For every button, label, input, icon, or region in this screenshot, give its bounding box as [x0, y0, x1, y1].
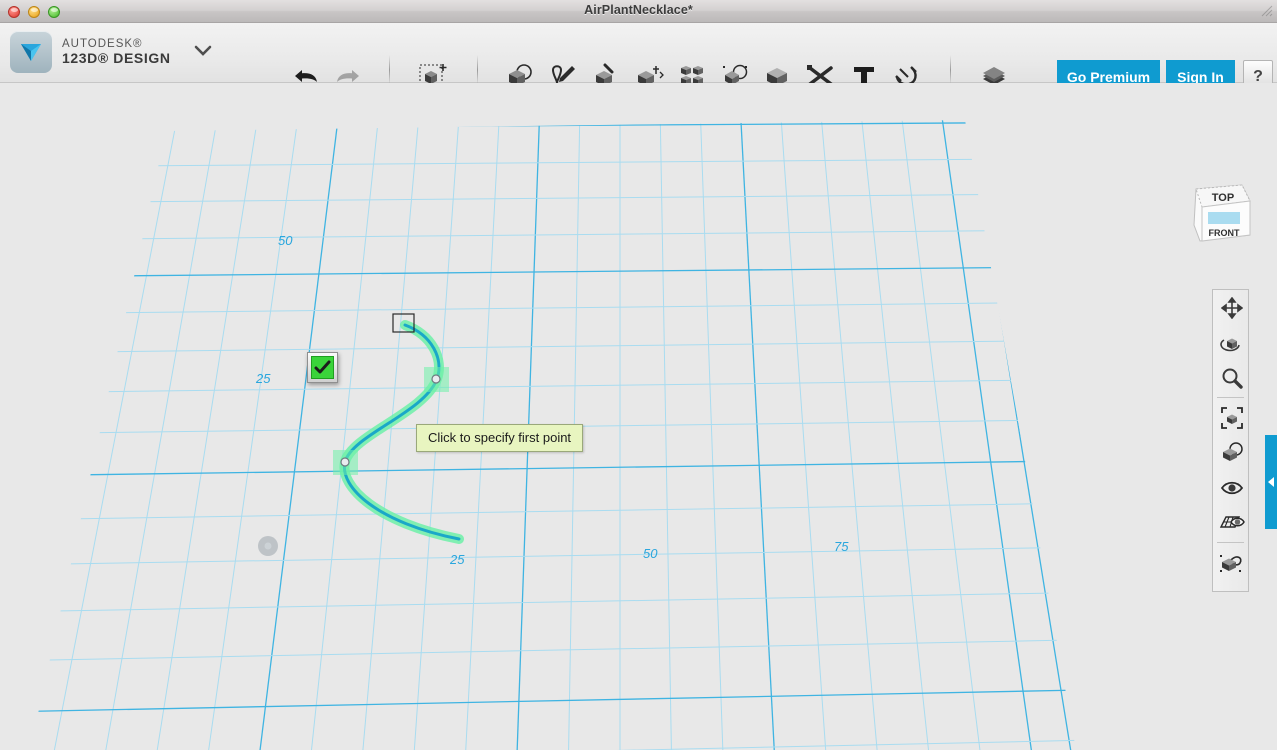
app-toolbar: AUTODESK® 123D® DESIGN Go Premium Sign I… [0, 23, 1277, 94]
rail-visibility-button[interactable] [1213, 470, 1250, 505]
grid-label: 50 [643, 546, 658, 561]
view-cube[interactable]: TOP FRONT [1190, 181, 1256, 253]
rail-pan-button[interactable] [1213, 290, 1250, 325]
accept-checkmark-button[interactable] [307, 352, 338, 383]
brand-company: AUTODESK® [62, 38, 143, 51]
viewcube-highlight [1208, 212, 1240, 224]
viewcube-front-label: FRONT [1209, 228, 1240, 238]
magnifier-icon [1222, 368, 1243, 389]
navigation-rail [1212, 289, 1249, 592]
window-titlebar: AirPlantNecklace* [0, 0, 1277, 23]
rail-divider [1217, 542, 1244, 543]
rail-divider [1217, 397, 1244, 398]
3d-viewport[interactable]: 50 25 25 50 75 Click to specify first po… [0, 83, 1277, 750]
rail-zoom-button[interactable] [1213, 360, 1250, 395]
chevron-down-icon[interactable] [194, 43, 212, 61]
chevron-left-icon [1268, 477, 1274, 487]
cube-measure-icon [1219, 554, 1242, 572]
perspective-grid: 50 25 25 50 75 [30, 120, 1076, 750]
rail-grid-snap-button[interactable] [1213, 505, 1250, 540]
control-point-handle [340, 457, 350, 467]
rail-orbit-button[interactable] [1213, 325, 1250, 360]
brand-product: 123D® DESIGN [62, 49, 171, 66]
grid-label: 50 [278, 233, 293, 248]
cube-shading-icon [1222, 441, 1243, 461]
rail-measure-button[interactable] [1213, 545, 1250, 580]
rail-fit-button[interactable] [1213, 400, 1250, 435]
window-title: AirPlantNecklace* [584, 3, 693, 17]
control-point-handle [431, 374, 441, 384]
resize-corner-icon[interactable] [1261, 5, 1273, 17]
tooltip: Click to specify first point [416, 424, 584, 452]
orbit-cube-icon [1219, 338, 1240, 351]
grid-label: 75 [834, 539, 849, 554]
autodesk-123d-logo [10, 31, 52, 73]
rail-shading-button[interactable] [1213, 435, 1250, 470]
brand-block: AUTODESK® 123D® DESIGN [10, 31, 212, 73]
right-panel-toggle[interactable] [1265, 435, 1277, 529]
grid-eye-icon [1219, 515, 1245, 528]
four-way-arrows-icon [1220, 296, 1243, 319]
fit-to-window-icon [1220, 406, 1243, 429]
eye-icon [1220, 481, 1243, 494]
grid-label: 25 [255, 371, 271, 386]
origin-handle[interactable] [258, 536, 278, 556]
checkmark-icon [311, 356, 334, 379]
viewcube-top-label: TOP [1212, 192, 1234, 204]
grid-label: 25 [449, 552, 465, 567]
